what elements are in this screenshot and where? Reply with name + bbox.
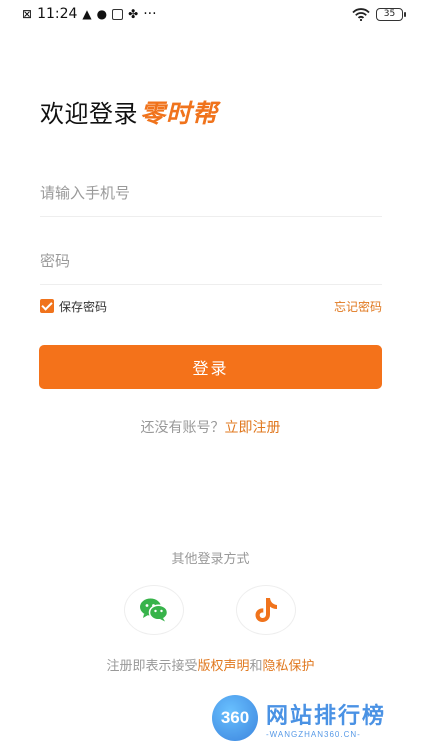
battery-icon: 35 <box>376 7 406 21</box>
status-bar-right: 35 <box>352 7 406 21</box>
register-link[interactable]: 立即注册 <box>225 420 281 436</box>
message-icon <box>112 8 124 20</box>
login-button[interactable]: 登录 <box>39 345 382 389</box>
wechat-icon <box>140 598 169 622</box>
brand-logo: 零时帮 <box>140 99 219 128</box>
privacy-link[interactable]: 隐私保护 <box>263 659 315 674</box>
register-prompt: 还没有账号？ <box>140 420 225 436</box>
remember-checkbox[interactable] <box>40 299 54 313</box>
status-time: 11:24 <box>37 6 78 22</box>
remember-label: 保存密码 <box>59 299 108 314</box>
agreement-conjunction: 和 <box>249 659 263 674</box>
remember-password-toggle[interactable]: 保存密码 <box>40 298 107 315</box>
status-bar-left: ⊠ 11:24 ▲ ● ✤ ··· <box>22 6 157 22</box>
phone-field-container <box>40 173 382 217</box>
other-login-title: 其他登录方式 <box>171 552 250 567</box>
copyright-link[interactable]: 版权声明 <box>197 659 249 674</box>
alert-icon: ▲ <box>82 7 92 21</box>
agreement-text: 注册即表示接受版权声明和隐私保护 <box>0 655 421 674</box>
wifi-icon <box>352 7 370 21</box>
douyin-login-button[interactable] <box>236 585 296 635</box>
watermark-logo: 360 <box>212 695 258 741</box>
watermark-text-block: 网站排行榜 -WANGZHAN360.CN- <box>266 698 386 739</box>
welcome-text: 欢迎登录 <box>40 100 138 128</box>
douyin-icon <box>255 598 277 622</box>
forgot-password-link[interactable]: 忘记密码 <box>334 298 382 315</box>
watermark: 360 网站排行榜 -WANGZHAN360.CN- <box>212 690 417 746</box>
agreement-prefix: 注册即表示接受 <box>106 659 198 674</box>
password-input[interactable] <box>40 241 382 281</box>
close-notification-icon: ⊠ <box>22 7 33 21</box>
phone-input[interactable] <box>40 173 382 213</box>
watermark-title: 网站排行榜 <box>266 703 387 729</box>
fan-icon: ✤ <box>128 7 139 21</box>
more-icon: ··· <box>143 6 157 22</box>
remember-row: 保存密码 忘记密码 <box>40 297 382 315</box>
chat-icon: ● <box>96 7 108 21</box>
password-field-container <box>40 241 382 285</box>
register-row: 还没有账号？立即注册 <box>0 417 421 437</box>
wechat-login-button[interactable] <box>124 585 184 635</box>
welcome-heading: 欢迎登录 零时帮 <box>40 94 218 130</box>
watermark-subtitle: -WANGZHAN360.CN- <box>266 729 361 739</box>
status-bar: ⊠ 11:24 ▲ ● ✤ ··· 35 <box>0 0 421 28</box>
